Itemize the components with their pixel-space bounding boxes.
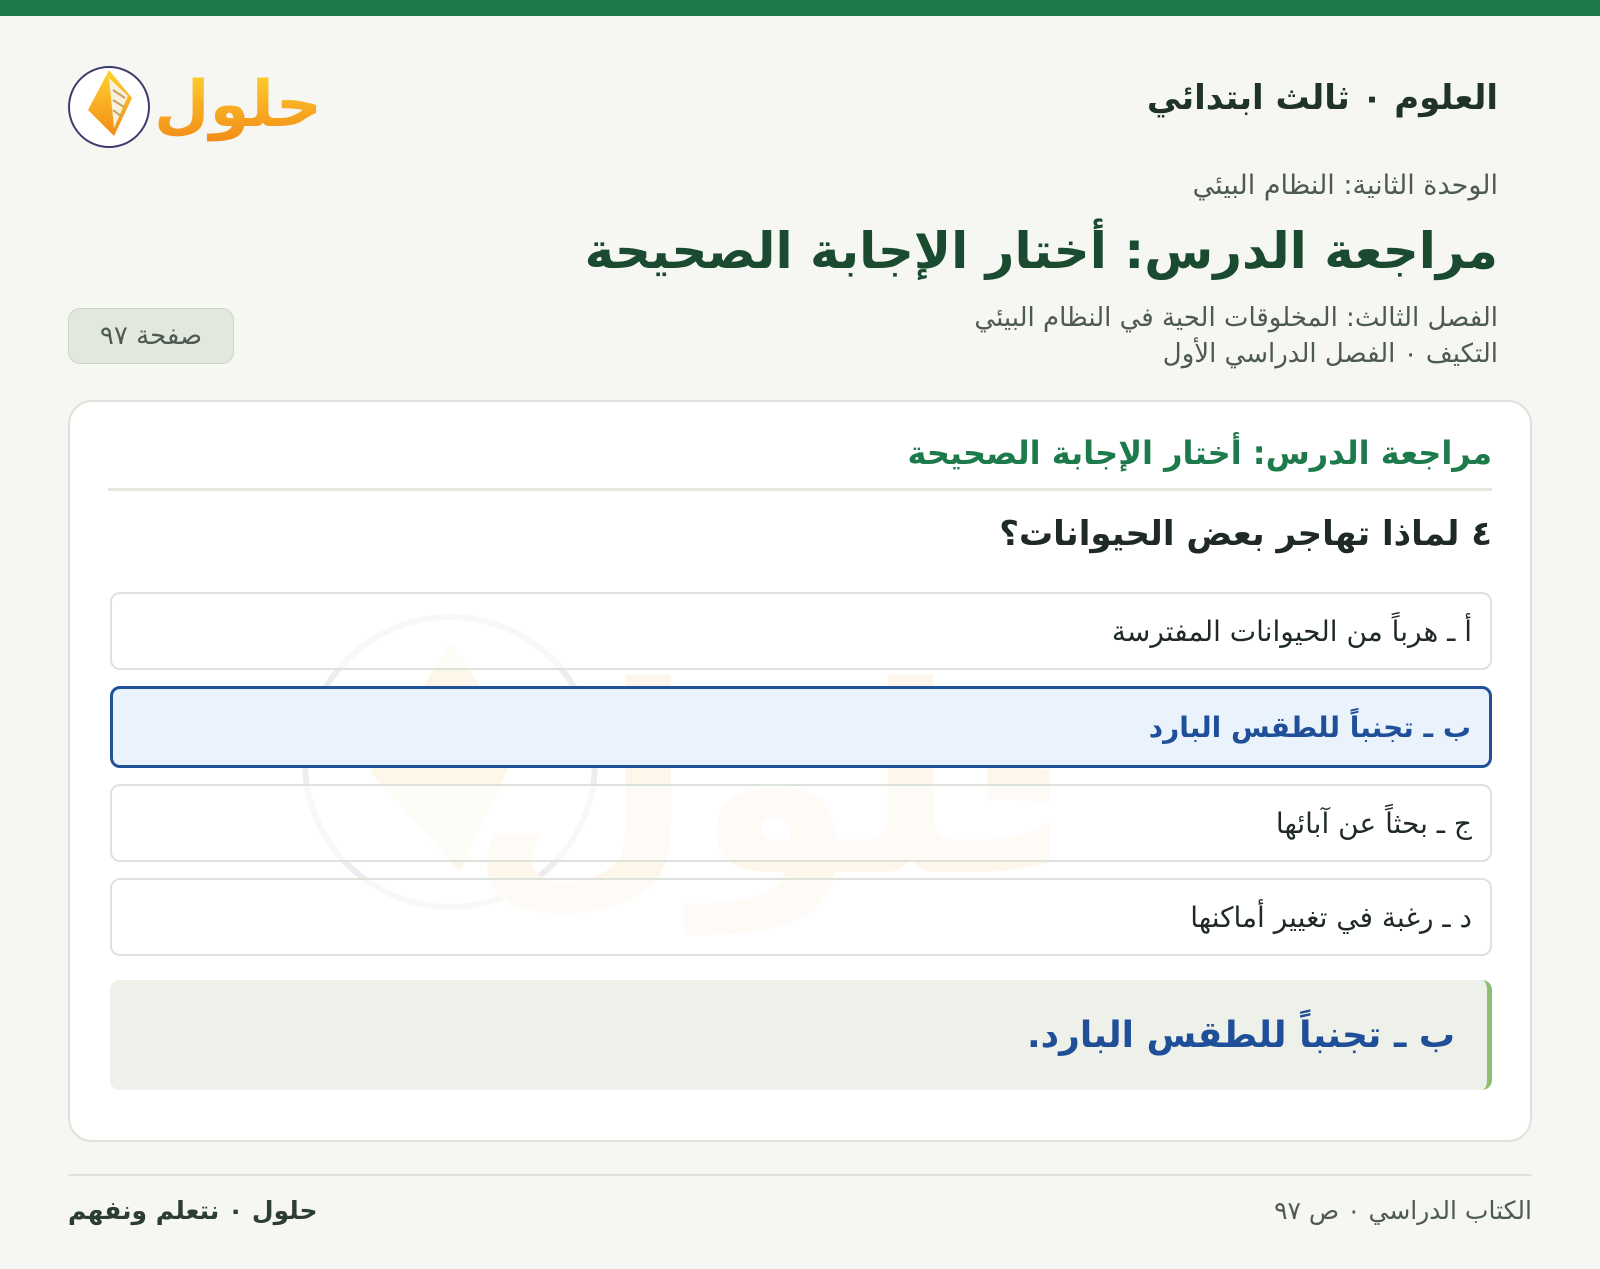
correct-answer-text: ب ـ تجنباً للطقس البارد. <box>1026 1014 1455 1056</box>
unit-label: الوحدة الثانية: النظام البيئي <box>1192 170 1498 201</box>
logo-wordmark: حلول <box>154 68 322 142</box>
top-accent-bar <box>0 0 1600 16</box>
card-title: مراجعة الدرس: أختار الإجابة الصحيحة <box>108 434 1492 491</box>
option-d-label: د ـ رغبة في تغيير أماكنها <box>1190 900 1472 934</box>
subject-grade-title: العلوم ٠ ثالث ابتدائي <box>1146 78 1498 118</box>
option-b-selected[interactable]: ب ـ تجنباً للطقس البارد <box>110 686 1492 768</box>
footer-brand: حلول ٠ نتعلم ونفهم <box>68 1196 318 1225</box>
option-a-label: أ ـ هرباً من الحيوانات المفترسة <box>1111 614 1472 648</box>
correct-answer-box: ب ـ تجنباً للطقس البارد. <box>110 980 1492 1090</box>
chapter-label: الفصل الثالث: المخلوقات الحية في النظام … <box>974 303 1498 333</box>
option-b-label: ب ـ تجنباً للطقس البارد <box>1148 710 1471 744</box>
hulul-logo: حلول <box>68 66 322 148</box>
option-d[interactable]: د ـ رغبة في تغيير أماكنها <box>110 878 1492 956</box>
footer-source: الكتاب الدراسي ٠ ص ٩٧ <box>1274 1196 1532 1225</box>
page-number-badge: صفحة ٩٧ <box>68 308 234 364</box>
option-c[interactable]: ج ـ بحثاً عن آبائها <box>110 784 1492 862</box>
option-c-label: ج ـ بحثاً عن آبائها <box>1275 806 1472 840</box>
page-title: مراجعة الدرس: أختار الإجابة الصحيحة <box>584 222 1498 280</box>
option-a[interactable]: أ ـ هرباً من الحيوانات المفترسة <box>110 592 1492 670</box>
lesson-term-label: التكيف ٠ الفصل الدراسي الأول <box>1162 339 1498 369</box>
question-card: حلول مراجعة الدرس: أختار الإجابة الصحيحة… <box>68 400 1532 1142</box>
chapter-info: الفصل الثالث: المخلوقات الحية في النظام … <box>974 300 1498 372</box>
question-text: ٤ لماذا تهاجر بعض الحيوانات؟ <box>999 514 1492 554</box>
footer-divider <box>68 1174 1532 1176</box>
